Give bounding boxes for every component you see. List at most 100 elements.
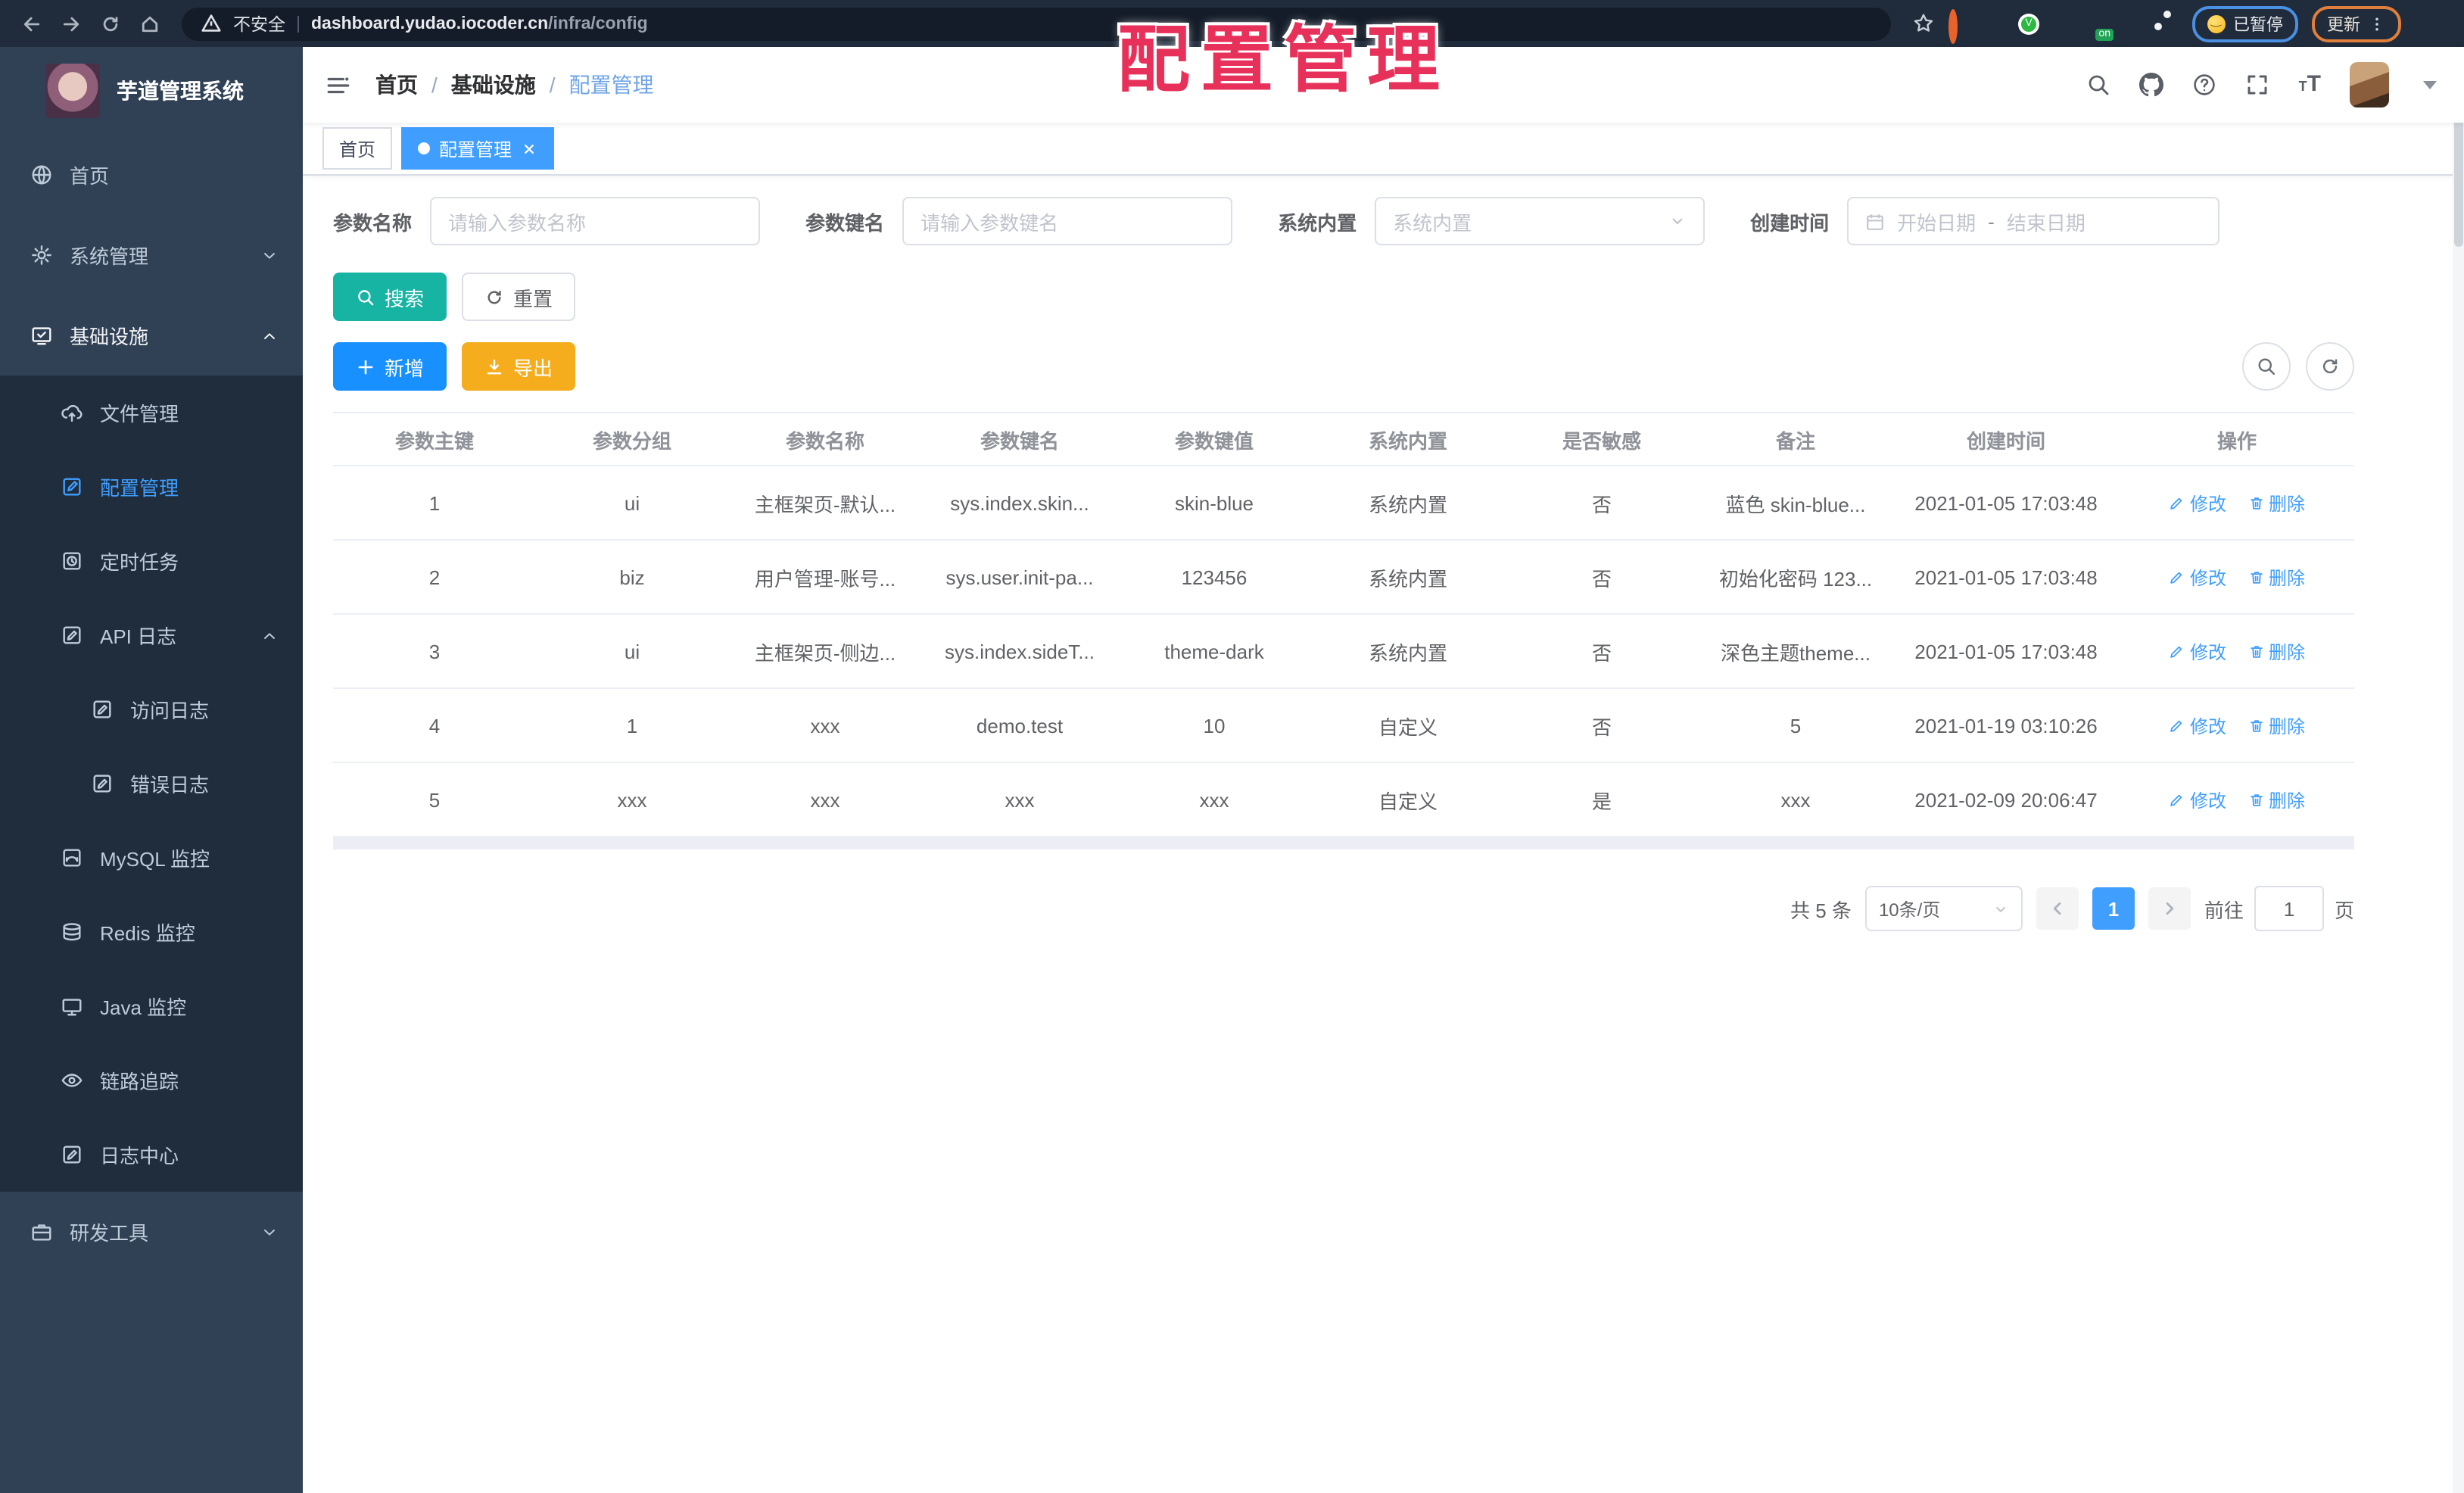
table-cell: ui bbox=[536, 466, 728, 541]
sidebar-item-trace[interactable]: 链路追踪 bbox=[0, 1043, 303, 1117]
sidebar-item-log-center[interactable]: 日志中心 bbox=[0, 1117, 303, 1192]
reset-button[interactable]: 重置 bbox=[462, 273, 576, 321]
date-separator: - bbox=[1988, 210, 1995, 232]
sidebar-item-infra[interactable]: 基础设施 bbox=[0, 295, 303, 376]
toggle-search-button[interactable] bbox=[2242, 342, 2291, 391]
sidebar-item-label: 日志中心 bbox=[100, 1145, 179, 1167]
paused-extension-badge[interactable]: 已暂停 bbox=[2192, 5, 2298, 42]
reload-icon[interactable] bbox=[94, 7, 127, 40]
column-header: 创建时间 bbox=[1892, 412, 2120, 466]
prev-page-button[interactable] bbox=[2036, 887, 2079, 930]
green-check-extension-icon[interactable]: V bbox=[2018, 13, 2039, 34]
next-page-button[interactable] bbox=[2148, 887, 2191, 930]
forward-icon[interactable] bbox=[55, 7, 88, 40]
delete-link[interactable]: 删除 bbox=[2248, 564, 2305, 590]
table-cell: 用户管理-账号... bbox=[728, 540, 922, 615]
kebab-menu-icon[interactable] bbox=[2368, 14, 2386, 33]
warning-icon[interactable] bbox=[200, 12, 223, 35]
edit-link[interactable]: 修改 bbox=[2169, 564, 2226, 590]
app-logo[interactable]: 芋道管理系统 bbox=[0, 47, 303, 135]
search-button[interactable]: 搜索 bbox=[333, 273, 447, 321]
export-button[interactable]: 导出 bbox=[462, 342, 576, 391]
blue-pin-extension-icon[interactable] bbox=[1983, 13, 2005, 34]
table-cell-actions: 修改 删除 bbox=[2120, 688, 2354, 763]
delete-link[interactable]: 删除 bbox=[2248, 490, 2305, 516]
font-size-icon[interactable] bbox=[2299, 73, 2321, 97]
tag-home[interactable]: 首页 bbox=[322, 127, 393, 170]
edit-link[interactable]: 修改 bbox=[2169, 638, 2226, 664]
sidebar-item-label: API 日志 bbox=[100, 625, 177, 648]
chevron-down-icon bbox=[1668, 212, 1687, 230]
search-icon[interactable] bbox=[2087, 73, 2111, 97]
page-size-select[interactable]: 10条/页 bbox=[1864, 886, 2023, 931]
security-label[interactable]: 不安全 bbox=[233, 11, 285, 36]
builtin-select[interactable]: 系统内置 bbox=[1375, 197, 1705, 245]
grid-extension-icon[interactable] bbox=[2053, 13, 2074, 34]
sidebar-item-java[interactable]: Java 监控 bbox=[0, 969, 303, 1043]
url-text[interactable]: dashboard.yudao.iocoder.cn/infra/config bbox=[311, 14, 648, 33]
column-header: 参数键值 bbox=[1117, 412, 1311, 466]
sidebar-item-job[interactable]: 定时任务 bbox=[0, 524, 303, 598]
page-title-watermark: 配置管理 bbox=[1117, 21, 1451, 101]
sidebar-item-devtools[interactable]: 研发工具 bbox=[0, 1192, 303, 1272]
param-name-input[interactable]: 请输入参数名称 bbox=[430, 197, 761, 245]
calendar-icon bbox=[1865, 211, 1885, 231]
page-scrollbar[interactable] bbox=[2453, 47, 2464, 1493]
help-icon[interactable] bbox=[2193, 73, 2217, 97]
delete-link[interactable]: 删除 bbox=[2248, 787, 2305, 812]
mysql-icon bbox=[61, 846, 83, 869]
green-leaf-extension-icon[interactable] bbox=[2123, 13, 2144, 34]
sidebar-item-label: 错误日志 bbox=[130, 774, 210, 796]
sidebar: 芋道管理系统 首页 系统管理 基础设施 文件管理 配置管理 定时任务 API 日志访问日志错… bbox=[0, 47, 303, 1493]
browser-update-button[interactable]: 更新 bbox=[2312, 5, 2401, 42]
table-cell: 123456 bbox=[1117, 540, 1311, 615]
table-toolbar: 新增 导出 bbox=[333, 342, 2354, 391]
page-number-button[interactable]: 1 bbox=[2092, 887, 2135, 930]
page-content: 参数名称 请输入参数名称 参数键名 请输入参数键名 系统内置 系统内置 创建时间… bbox=[303, 176, 2464, 1493]
update-label: 更新 bbox=[2327, 16, 2360, 34]
orange-ring-extension-icon[interactable] bbox=[1948, 8, 1970, 43]
bookmark-star-icon[interactable] bbox=[1912, 12, 1935, 35]
user-avatar[interactable] bbox=[2350, 62, 2389, 108]
breadcrumb-home[interactable]: 首页 bbox=[375, 70, 418, 100]
breadcrumb-infra[interactable]: 基础设施 bbox=[451, 70, 536, 100]
edit-pen-icon bbox=[2169, 717, 2185, 734]
on-badge-extension-icon[interactable] bbox=[2088, 13, 2109, 34]
table-cell: 系统内置 bbox=[1311, 466, 1505, 541]
sidebar-item-error-log[interactable]: 错误日志 bbox=[0, 746, 303, 821]
goto-page-input[interactable] bbox=[2254, 886, 2324, 931]
column-header: 参数名称 bbox=[728, 412, 922, 466]
sidebar-item-system[interactable]: 系统管理 bbox=[0, 215, 303, 295]
table-cell: 5 bbox=[333, 762, 536, 837]
table-cell: 1 bbox=[333, 466, 536, 541]
address-bar[interactable]: 不安全 | dashboard.yudao.iocoder.cn/infra/c… bbox=[182, 7, 1891, 40]
puzzle-extension-icon[interactable] bbox=[2157, 13, 2179, 34]
sidebar-item-mysql[interactable]: MySQL 监控 bbox=[0, 821, 303, 895]
tag-config[interactable]: 配置管理 bbox=[401, 127, 555, 170]
refresh-table-button[interactable] bbox=[2306, 342, 2354, 391]
url-separator: | bbox=[296, 14, 301, 33]
sidebar-item-file[interactable]: 文件管理 bbox=[0, 376, 303, 450]
caret-down-icon[interactable] bbox=[2418, 73, 2442, 97]
delete-link[interactable]: 删除 bbox=[2248, 712, 2305, 738]
edit-link[interactable]: 修改 bbox=[2169, 490, 2226, 516]
sidebar-item-config[interactable]: 配置管理 bbox=[0, 450, 303, 524]
sidebar-item-home[interactable]: 首页 bbox=[0, 135, 303, 215]
edit-link[interactable]: 修改 bbox=[2169, 787, 2226, 812]
table-cell: 自定义 bbox=[1311, 688, 1505, 763]
sidebar-item-redis[interactable]: Redis 监控 bbox=[0, 895, 303, 969]
sidebar-item-access-log[interactable]: 访问日志 bbox=[0, 672, 303, 746]
param-key-input[interactable]: 请输入参数键名 bbox=[902, 197, 1233, 245]
edit-link[interactable]: 修改 bbox=[2169, 712, 2226, 738]
add-button[interactable]: 新增 bbox=[333, 342, 447, 391]
github-icon[interactable] bbox=[2139, 73, 2164, 97]
home-button-icon[interactable] bbox=[133, 7, 167, 40]
sidebar-toggle-icon[interactable] bbox=[326, 72, 351, 98]
delete-link[interactable]: 删除 bbox=[2248, 638, 2305, 664]
tag-label: 首页 bbox=[339, 139, 376, 160]
sidebar-item-api-log[interactable]: API 日志 bbox=[0, 598, 303, 672]
fullscreen-icon[interactable] bbox=[2246, 73, 2270, 97]
close-icon[interactable] bbox=[521, 140, 537, 157]
back-icon[interactable] bbox=[15, 7, 48, 40]
date-range-picker[interactable]: 开始日期 - 结束日期 bbox=[1847, 197, 2220, 245]
